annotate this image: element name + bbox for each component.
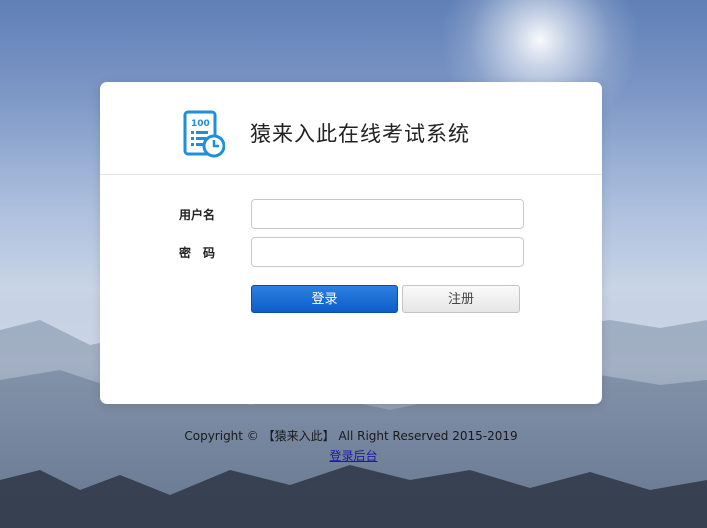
password-label: 密码 bbox=[179, 246, 228, 260]
exam-paper-icon: 100 bbox=[183, 110, 225, 158]
login-button[interactable]: 登录 bbox=[251, 285, 398, 313]
footer: Copyright © 【猿来入此】 All Right Reserved 20… bbox=[0, 427, 707, 464]
login-card: 100 猿来入此在线考试系统 用户名 密码 登录 注册 bbox=[100, 82, 602, 404]
page-title: 猿来入此在线考试系统 bbox=[250, 122, 470, 146]
admin-login-link[interactable]: 登录后台 bbox=[329, 447, 377, 464]
username-label: 用户名 bbox=[179, 208, 216, 222]
login-card-header: 100 猿来入此在线考试系统 bbox=[100, 82, 602, 175]
username-input[interactable] bbox=[251, 199, 524, 229]
register-button[interactable]: 注册 bbox=[402, 285, 520, 313]
svg-text:100: 100 bbox=[191, 119, 210, 129]
password-input[interactable] bbox=[251, 237, 524, 267]
copyright-text: Copyright © 【猿来入此】 All Right Reserved 20… bbox=[184, 429, 518, 443]
